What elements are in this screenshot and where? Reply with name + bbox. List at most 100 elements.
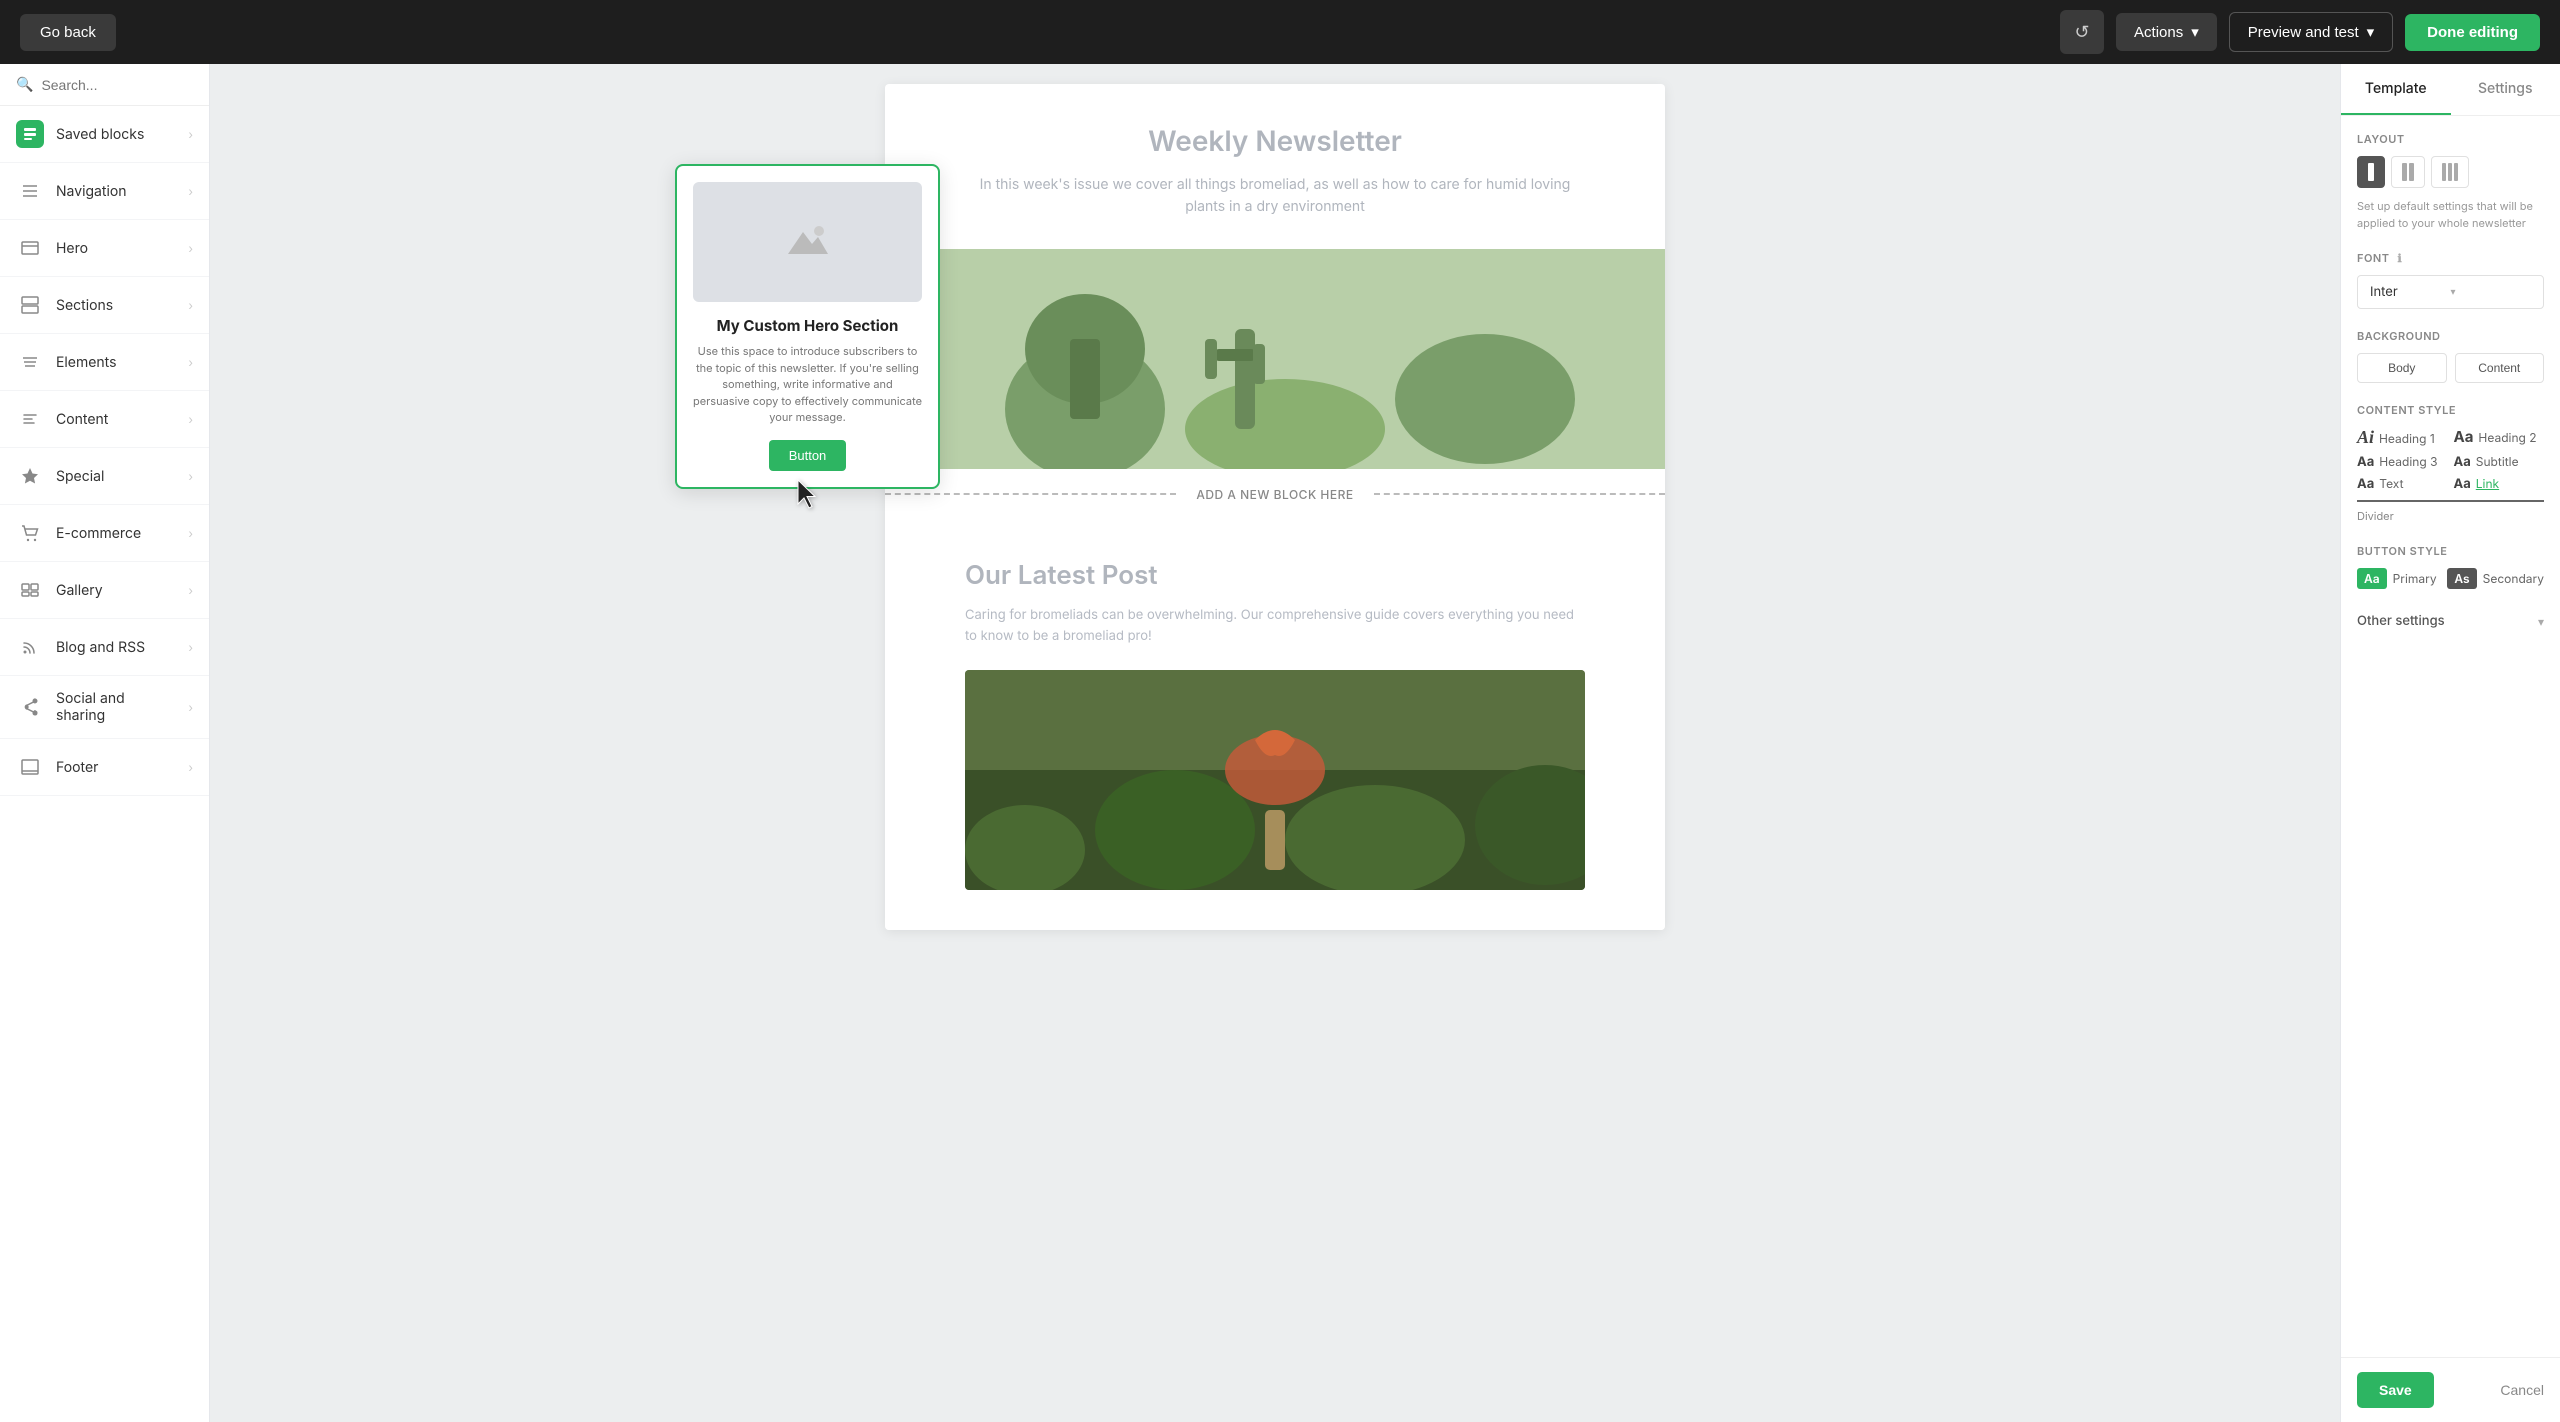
bg-body-button[interactable]: Body: [2357, 353, 2447, 383]
layout-section: Layout Set up default settings: [2357, 132, 2544, 231]
add-block-section[interactable]: ADD A NEW BLOCK HERE: [885, 469, 1665, 520]
content-style-heading3[interactable]: Aa Heading 3: [2357, 454, 2448, 470]
font-info-icon[interactable]: ℹ: [2398, 251, 2403, 265]
save-button[interactable]: Save: [2357, 1372, 2434, 1408]
navigation-label: Navigation: [56, 183, 176, 200]
footer-chevron-icon: ›: [188, 760, 193, 775]
floating-block-preview[interactable]: My Custom Hero Section Use this space to…: [675, 164, 940, 489]
right-panel-content: Layout Set up default settings: [2341, 116, 2560, 1357]
other-settings-row[interactable]: Other settings ▾: [2357, 609, 2544, 633]
tab-template[interactable]: Template: [2341, 64, 2451, 115]
layout-description: Set up default settings that will be app…: [2357, 198, 2544, 231]
layout-two-button[interactable]: [2391, 156, 2425, 188]
gallery-chevron-icon: ›: [188, 583, 193, 598]
search-icon: 🔍: [16, 76, 33, 93]
font-chevron-icon: ▾: [2451, 286, 2532, 298]
sidebar-item-blog-rss[interactable]: Blog and RSS ›: [0, 619, 209, 676]
email-title: Weekly Newsletter: [965, 124, 1585, 158]
layout-bar-three-2: [2448, 163, 2452, 181]
bg-content-button[interactable]: Content: [2455, 353, 2545, 383]
cancel-button[interactable]: Cancel: [2500, 1382, 2544, 1398]
elements-chevron-icon: ›: [188, 355, 193, 370]
sidebar-item-footer[interactable]: Footer ›: [0, 739, 209, 796]
gallery-label: Gallery: [56, 582, 176, 599]
sidebar-item-elements[interactable]: Elements ›: [0, 334, 209, 391]
preview-button[interactable]: Preview and test ▾: [2229, 12, 2393, 52]
primary-sample: Aa: [2357, 568, 2387, 589]
done-editing-button[interactable]: Done editing: [2405, 14, 2540, 51]
tab-settings[interactable]: Settings: [2451, 64, 2560, 115]
ecommerce-icon: [16, 519, 44, 547]
blog-title: Our Latest Post: [965, 560, 1585, 591]
floating-block-image: [693, 182, 922, 302]
search-input[interactable]: [41, 77, 193, 93]
hero-icon: [16, 234, 44, 262]
button-primary-item[interactable]: Aa Primary: [2357, 568, 2439, 589]
history-icon: ↺: [2074, 22, 2089, 43]
layout-single-button[interactable]: [2357, 156, 2385, 188]
floating-block-title: My Custom Hero Section: [693, 316, 922, 335]
blog-rss-chevron-icon: ›: [188, 640, 193, 655]
content-style-heading2[interactable]: Aa Heading 2: [2454, 427, 2545, 448]
content-label: Content: [56, 411, 176, 428]
email-hero-image: [885, 249, 1665, 469]
text-sample: Aa: [2357, 476, 2374, 492]
sidebar-item-sections[interactable]: Sections ›: [0, 277, 209, 334]
sidebar-item-hero[interactable]: Hero ›: [0, 220, 209, 277]
heading2-label: Heading 2: [2478, 430, 2536, 445]
actions-label: Actions: [2134, 24, 2183, 41]
sidebar-item-content[interactable]: Content ›: [0, 391, 209, 448]
sidebar-item-social[interactable]: Social and sharing ›: [0, 676, 209, 739]
link-label: Link: [2476, 476, 2499, 491]
floating-block-button[interactable]: Button: [769, 440, 847, 471]
sidebar-item-ecommerce[interactable]: E-commerce ›: [0, 505, 209, 562]
font-label: Font: [2357, 251, 2390, 265]
email-intro: In this week's issue we cover all things…: [965, 174, 1585, 219]
content-style-subtitle[interactable]: Aa Subtitle: [2454, 454, 2545, 470]
canvas-area: My Custom Hero Section Use this space to…: [210, 64, 2340, 1422]
content-style-text[interactable]: Aa Text: [2357, 476, 2448, 492]
history-button[interactable]: ↺: [2060, 10, 2104, 54]
rss-icon: [16, 633, 44, 661]
layout-bar-three-1: [2442, 163, 2446, 181]
special-chevron-icon: ›: [188, 469, 193, 484]
divider-row: Divider: [2357, 500, 2544, 524]
elements-icon: [16, 348, 44, 376]
layout-bar-two-2: [2409, 163, 2414, 181]
heading1-sample: Ai: [2357, 427, 2374, 448]
sidebar-item-special[interactable]: Special ›: [0, 448, 209, 505]
actions-button[interactable]: Actions ▾: [2116, 13, 2217, 51]
main-layout: 🔍 Saved blocks › Navigation › Hero ›: [0, 64, 2560, 1422]
content-style-label: Content style: [2357, 403, 2544, 417]
button-secondary-item[interactable]: As Secondary: [2447, 568, 2544, 589]
topbar-left: Go back: [20, 14, 2048, 51]
button-style-label: Button style: [2357, 544, 2544, 558]
email-header: Weekly Newsletter In this week's issue w…: [885, 84, 1665, 249]
layout-bar-three-3: [2454, 163, 2458, 181]
go-back-button[interactable]: Go back: [20, 14, 116, 51]
blog-text: Caring for bromeliads can be overwhelmin…: [965, 605, 1585, 647]
heading1-label: Heading 1: [2379, 431, 2435, 446]
content-chevron-icon: ›: [188, 412, 193, 427]
right-panel: Template Settings Layout: [2340, 64, 2560, 1422]
content-style-heading1[interactable]: Ai Heading 1: [2357, 427, 2448, 448]
font-selector[interactable]: Inter ▾: [2357, 275, 2544, 309]
topbar: Go back ↺ Actions ▾ Preview and test ▾ D…: [0, 0, 2560, 64]
add-block-label: ADD A NEW BLOCK HERE: [1176, 487, 1373, 502]
actions-chevron-icon: ▾: [2191, 23, 2199, 41]
sidebar-item-saved-blocks[interactable]: Saved blocks ›: [0, 106, 209, 163]
layout-buttons: [2357, 156, 2544, 188]
dashed-line-left: [885, 493, 1176, 495]
sidebar-item-navigation[interactable]: Navigation ›: [0, 163, 209, 220]
heading3-sample: Aa: [2357, 454, 2374, 470]
content-icon: [16, 405, 44, 433]
image-placeholder-icon: [788, 222, 828, 262]
right-tabs: Template Settings: [2341, 64, 2560, 116]
sections-label: Sections: [56, 297, 176, 314]
font-label-row: Font ℹ: [2357, 251, 2544, 265]
content-style-link[interactable]: Aa Link: [2454, 476, 2545, 492]
navigation-icon: [16, 177, 44, 205]
layout-three-button[interactable]: [2431, 156, 2469, 188]
sidebar-item-gallery[interactable]: Gallery ›: [0, 562, 209, 619]
layout-bar-single: [2368, 163, 2374, 181]
